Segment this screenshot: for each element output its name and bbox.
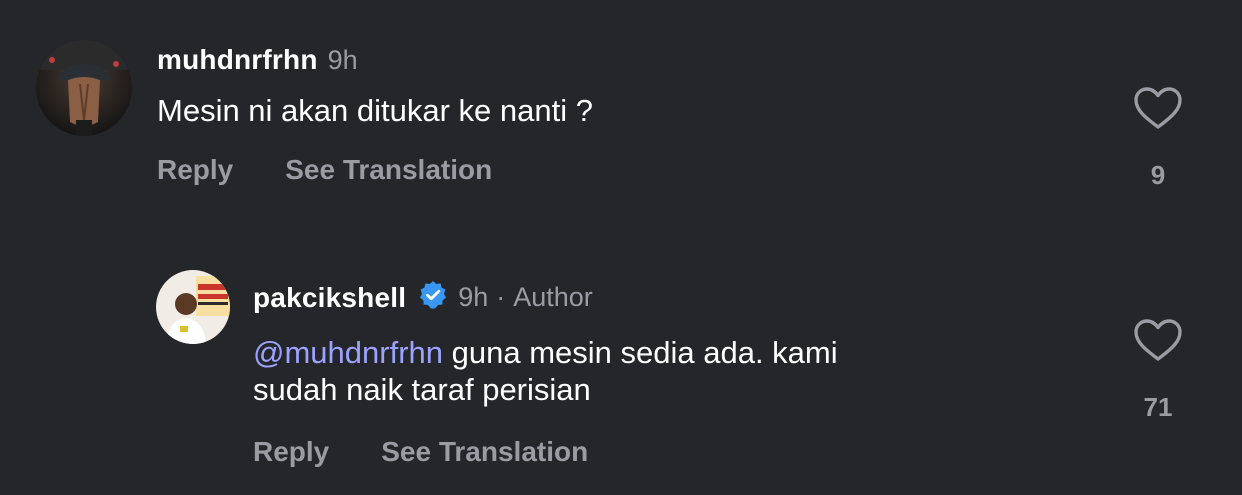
reply-button[interactable]: Reply <box>253 436 329 468</box>
comment-header: muhdnrfrhn 9h <box>157 44 358 76</box>
author-badge: Author <box>513 282 593 312</box>
comment-line: sudah naik taraf perisian <box>253 372 591 407</box>
separator: · <box>496 282 506 312</box>
username[interactable]: muhdnrfrhn <box>157 44 318 76</box>
comment-actions: Reply See Translation <box>253 436 588 468</box>
like-count: 71 <box>1143 392 1173 422</box>
reply-button[interactable]: Reply <box>157 154 233 186</box>
like-count: 9 <box>1150 160 1166 190</box>
verified-badge-icon <box>418 280 448 315</box>
timestamp: 9h <box>458 282 489 312</box>
like-control: 71 <box>1128 318 1188 423</box>
see-translation-button[interactable]: See Translation <box>381 436 588 468</box>
comment-text: @muhdnrfrhn guna mesin sedia ada. kami s… <box>253 334 838 408</box>
like-control: 9 <box>1128 86 1188 191</box>
mention-link[interactable]: @muhdnrfrhn <box>253 335 443 370</box>
username[interactable]: pakcikshell <box>253 282 406 314</box>
avatar[interactable] <box>36 40 132 136</box>
comment-text-part: guna mesin sedia ada. kami <box>443 335 838 370</box>
comment-text: Mesin ni akan ditukar ke nanti ? <box>157 93 593 128</box>
see-translation-button[interactable]: See Translation <box>285 154 492 186</box>
comment-line: @muhdnrfrhn guna mesin sedia ada. kami <box>253 334 838 371</box>
timestamp: 9h <box>327 44 358 75</box>
heart-icon[interactable] <box>1133 318 1183 362</box>
comment-header: pakcikshell 9h · Author <box>253 280 593 315</box>
comments-panel: muhdnrfrhn 9h Mesin ni akan ditukar ke n… <box>0 0 1242 495</box>
avatar[interactable] <box>156 270 230 344</box>
comment-actions: Reply See Translation <box>157 154 492 186</box>
heart-icon[interactable] <box>1133 86 1183 130</box>
